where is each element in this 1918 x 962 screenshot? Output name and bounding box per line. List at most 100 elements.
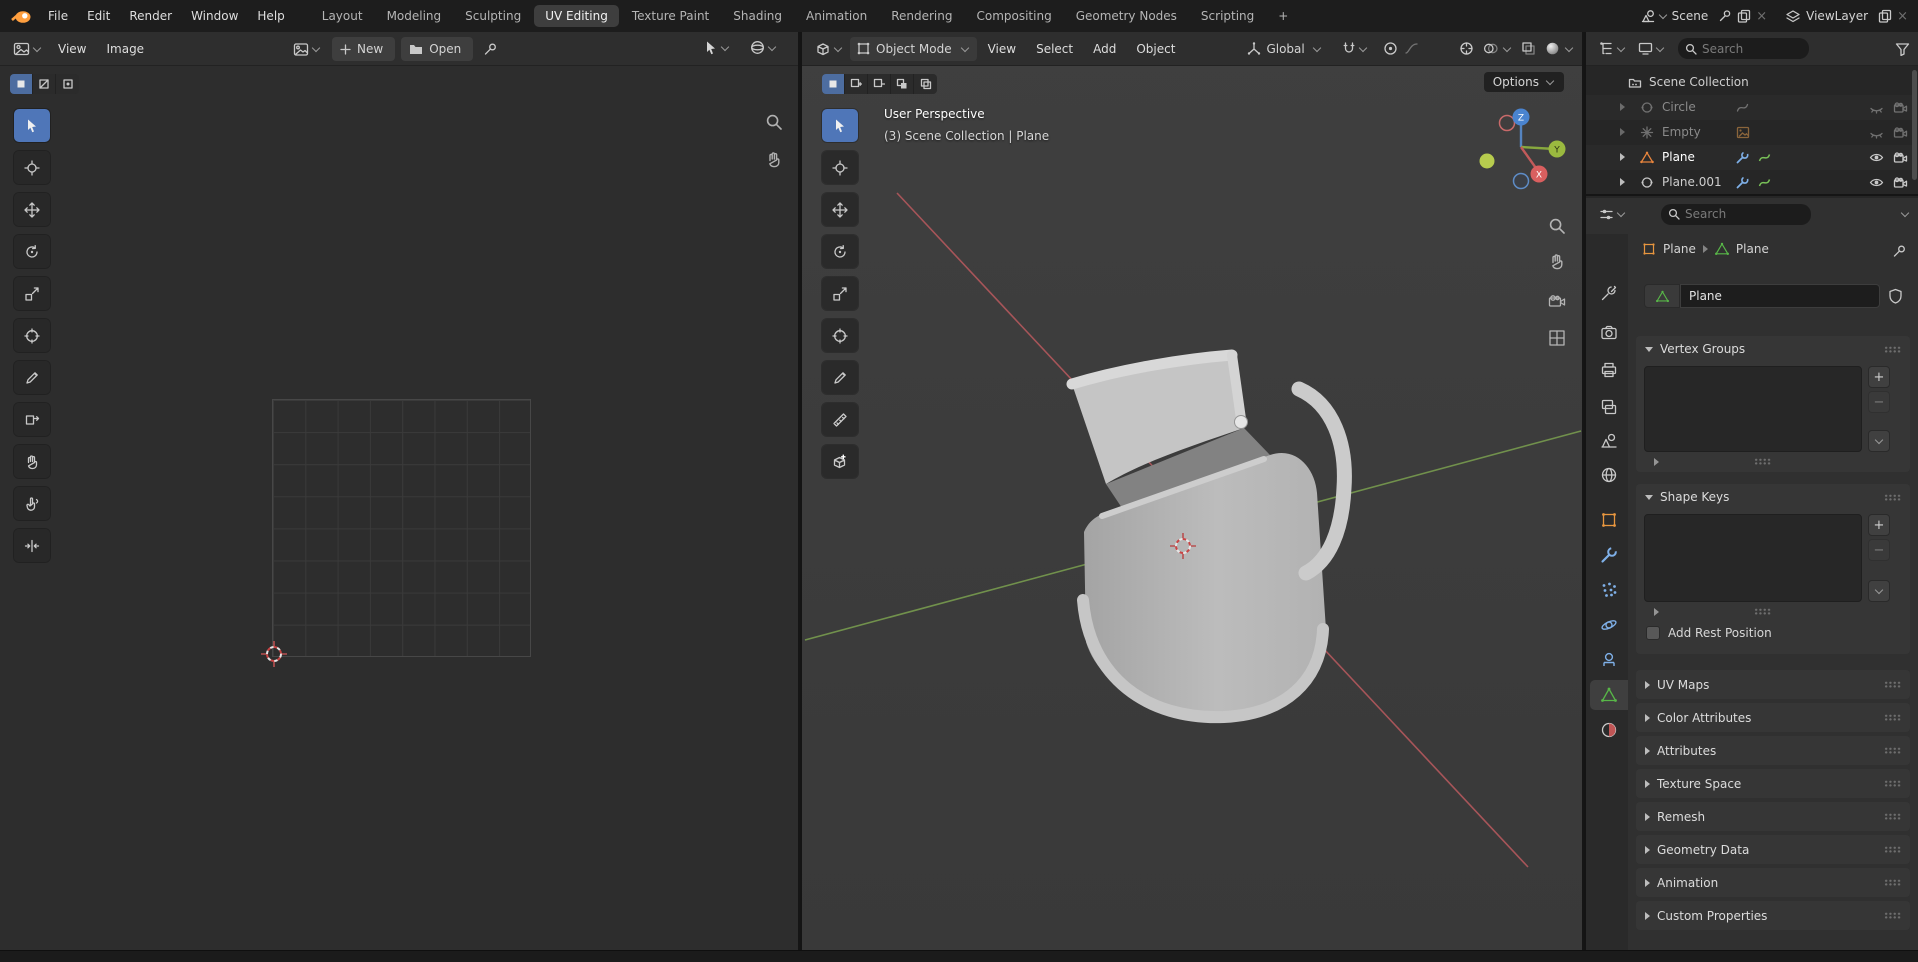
vertex-groups-panel-header[interactable]: Vertex Groups [1636, 336, 1910, 362]
select-box-tool-button[interactable] [822, 109, 858, 142]
select-subtract-mode-button[interactable] [868, 74, 891, 94]
select-extend-mode-button[interactable] [845, 74, 868, 94]
animation-panel[interactable]: Animation [1636, 868, 1910, 897]
measure-tool-button[interactable] [822, 403, 858, 436]
tab-material-properties[interactable] [1590, 715, 1628, 745]
add-rest-position-checkbox[interactable] [1646, 626, 1660, 640]
new-scene-icon[interactable] [1737, 9, 1751, 23]
drag-grip-icon[interactable] [1884, 780, 1901, 787]
drag-grip-icon[interactable] [1754, 608, 1771, 615]
zoom-icon[interactable] [1548, 217, 1566, 235]
disable-render-camera-icon[interactable] [1893, 100, 1908, 114]
fake-user-shield-icon[interactable] [1888, 288, 1903, 304]
uv-annotate-tool-button[interactable] [14, 361, 50, 394]
drag-grip-icon[interactable] [1884, 747, 1901, 754]
outliner-row-plane-001[interactable]: Plane.001 [1586, 170, 1912, 195]
tab-object-properties[interactable] [1590, 505, 1628, 535]
menu-file[interactable]: File [39, 5, 77, 27]
uv-editor-type-button[interactable] [8, 38, 47, 60]
uv-relax-tool-button[interactable] [14, 487, 50, 520]
data-name-input[interactable] [1680, 284, 1880, 308]
drag-grip-icon[interactable] [1884, 912, 1901, 919]
tab-world-properties[interactable] [1590, 460, 1628, 490]
outliner-row-plane[interactable]: Plane [1586, 145, 1912, 170]
add-cube-tool-button[interactable] [822, 445, 858, 478]
tab-modifier-properties[interactable] [1590, 540, 1628, 570]
pan-hand-icon[interactable] [1548, 253, 1566, 271]
hide-eye-icon[interactable] [1869, 126, 1884, 139]
mode-dropdown[interactable]: Object Mode [850, 37, 977, 61]
tab-object-data-properties[interactable] [1590, 680, 1628, 710]
uv-overlays-dropdown[interactable] [745, 37, 782, 58]
uv-select-mode-edge-button[interactable] [33, 74, 56, 94]
uv-rotate-tool-button[interactable] [14, 235, 50, 268]
properties-search[interactable] [1661, 204, 1811, 225]
shading-mode-toggle[interactable] [1545, 41, 1574, 56]
orthographic-grid-icon[interactable] [1548, 329, 1566, 347]
expand-icon[interactable] [1620, 128, 1625, 136]
add-vertex-group-button[interactable]: + [1868, 366, 1890, 388]
outliner-scrollbar[interactable] [1912, 70, 1917, 180]
outliner-display-mode-button[interactable] [1633, 38, 1670, 59]
subpanel-expand-icon[interactable] [1654, 608, 1659, 616]
expand-icon[interactable] [1620, 153, 1625, 161]
add-menu[interactable]: Add [1084, 38, 1125, 60]
uv-select-mode-face-button[interactable] [56, 74, 79, 94]
uv-pinch-tool-button[interactable] [14, 529, 50, 562]
object-menu[interactable]: Object [1127, 38, 1184, 60]
tab-tool-properties[interactable] [1590, 278, 1628, 308]
pin-icon[interactable] [1892, 244, 1907, 259]
tab-physics-properties[interactable] [1590, 610, 1628, 640]
tab-particle-properties[interactable] [1590, 575, 1628, 605]
model-plane-object[interactable] [1072, 355, 1344, 717]
expand-icon[interactable] [1620, 103, 1625, 111]
filter-icon[interactable] [1895, 42, 1910, 56]
outliner-row-circle[interactable]: Circle [1586, 95, 1912, 120]
drag-grip-icon[interactable] [1884, 346, 1901, 353]
tab-texture-paint[interactable]: Texture Paint [621, 5, 720, 27]
add-shape-key-button[interactable]: + [1868, 514, 1890, 536]
disable-render-camera-icon[interactable] [1893, 175, 1908, 189]
uv-menu-view[interactable]: View [49, 38, 95, 60]
disable-render-camera-icon[interactable] [1893, 125, 1908, 139]
viewport-editor-type-button[interactable] [810, 38, 848, 60]
new-viewlayer-icon[interactable] [1878, 9, 1892, 23]
uv-select-tool-dropdown[interactable] [699, 37, 735, 58]
tab-rendering[interactable]: Rendering [880, 5, 963, 27]
blender-logo[interactable] [10, 9, 32, 24]
select-menu[interactable]: Select [1027, 38, 1082, 60]
tool-options-button[interactable]: Options [1484, 72, 1564, 92]
remove-vertex-group-button[interactable]: − [1868, 391, 1890, 413]
shape-keys-panel-header[interactable]: Shape Keys [1636, 484, 1910, 510]
outliner-search-input[interactable] [1702, 42, 1802, 56]
drag-grip-icon[interactable] [1884, 879, 1901, 886]
uv-rip-region-tool-button[interactable] [14, 403, 50, 436]
image-browse-button[interactable] [288, 39, 326, 60]
annotate-tool-button[interactable] [822, 361, 858, 394]
vertex-groups-list[interactable] [1644, 366, 1862, 452]
view-menu[interactable]: View [979, 38, 1025, 60]
tab-shading[interactable]: Shading [722, 5, 793, 27]
shape-key-specials-button[interactable] [1868, 580, 1890, 602]
tab-scripting[interactable]: Scripting [1190, 5, 1265, 27]
subpanel-expand-icon[interactable] [1654, 458, 1659, 466]
show-gizmo-icon[interactable] [1459, 41, 1474, 56]
shape-keys-list[interactable] [1644, 514, 1862, 602]
pin-icon[interactable] [483, 42, 498, 57]
uv-grab-tool-button[interactable] [14, 445, 50, 478]
expand-icon[interactable] [1620, 178, 1625, 186]
open-image-button[interactable]: Open [401, 37, 473, 61]
uv-cursor-tool-button[interactable] [14, 151, 50, 184]
drag-grip-icon[interactable] [1884, 681, 1901, 688]
cursor-tool-button[interactable] [822, 151, 858, 184]
uv-move-tool-button[interactable] [14, 193, 50, 226]
vertex-group-specials-button[interactable] [1868, 430, 1890, 452]
pin-icon[interactable] [1718, 9, 1732, 23]
show-overlays-toggle[interactable] [1483, 41, 1512, 56]
proportional-edit-icon[interactable] [1383, 41, 1398, 56]
hide-eye-icon[interactable] [1869, 176, 1884, 189]
xray-toggle-icon[interactable] [1521, 41, 1536, 56]
drag-grip-icon[interactable] [1884, 494, 1901, 501]
viewlayer-selector[interactable]: ViewLayer [1780, 6, 1873, 27]
snap-toggle[interactable] [1337, 38, 1373, 59]
